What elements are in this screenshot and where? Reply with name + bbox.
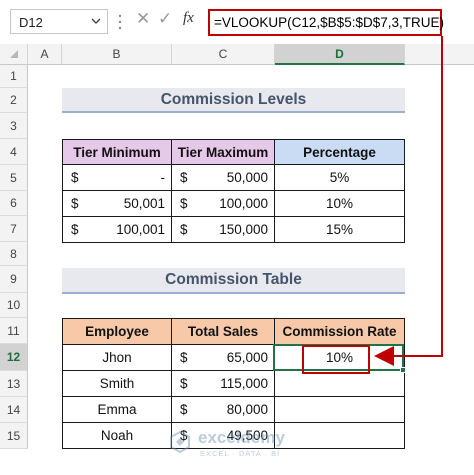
annotation-arrow: [374, 36, 443, 366]
exceldemy-logo-icon: [170, 430, 190, 454]
watermark-tagline: EXCEL · DATA · BI: [200, 449, 281, 458]
exceldemy-watermark: exceldemy EXCEL · DATA · BI: [160, 425, 320, 467]
watermark-name: exceldemy: [198, 428, 285, 447]
